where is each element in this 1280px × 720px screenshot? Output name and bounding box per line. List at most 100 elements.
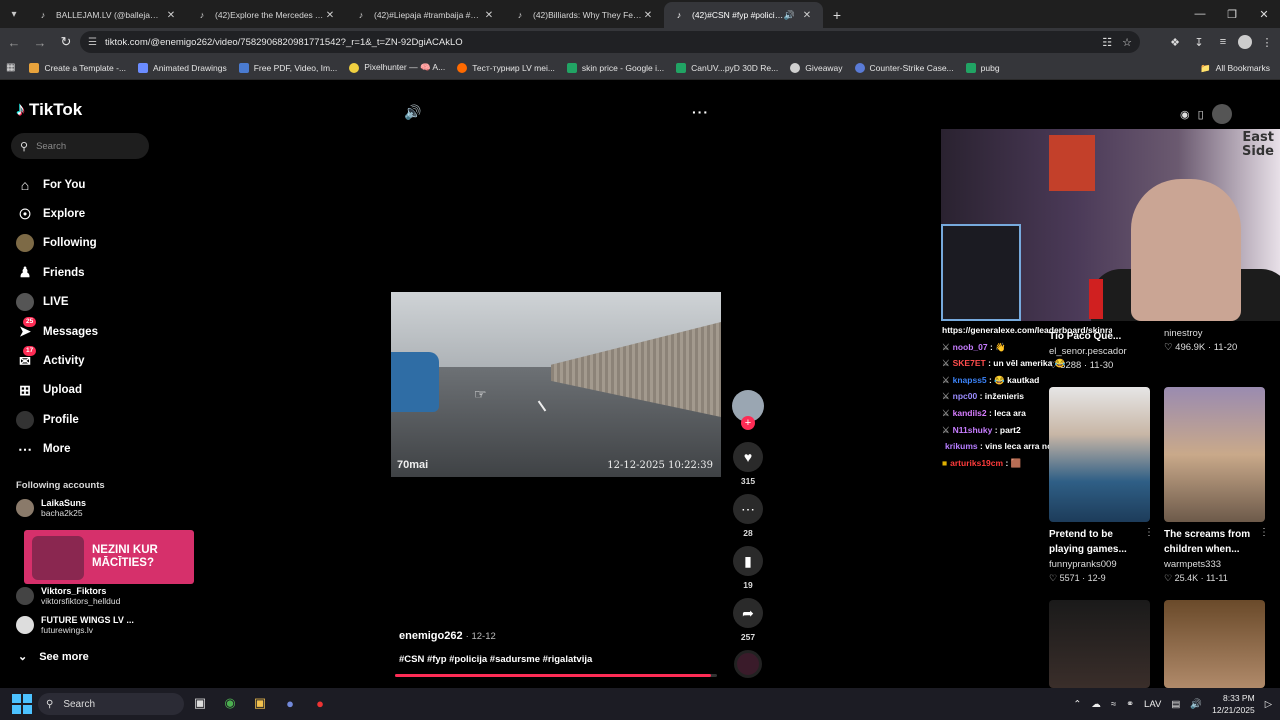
new-tab-button[interactable]: + [823, 2, 851, 28]
user-avatar[interactable] [1211, 104, 1232, 124]
minimize-icon[interactable]: — [1184, 0, 1216, 28]
follow-plus-icon[interactable]: + [741, 416, 755, 430]
network-app-icon[interactable]: ☁ [1091, 699, 1101, 710]
microphone-icon[interactable]: ⚭ [1126, 699, 1134, 710]
forward-button[interactable]: → [28, 30, 52, 54]
recommended-video-card[interactable] [1164, 600, 1265, 688]
reload-button[interactable]: ↻ [54, 30, 78, 54]
creator-username[interactable]: enemigo262 · 12-12 [399, 630, 496, 642]
sidebar-item-more[interactable]: ⋯ More [16, 435, 98, 464]
browser-tab[interactable]: ♪ (42)Explore the Mercedes AMG ✕ [187, 2, 346, 28]
speaker-icon[interactable]: 🔊 [784, 10, 795, 21]
like-button[interactable]: ♥ 315 [732, 442, 764, 486]
taskbar-search-input[interactable]: ⚲ Search [38, 693, 184, 715]
sidebar-item-friends[interactable]: ♟ Friends [16, 258, 98, 287]
save-button[interactable]: ▮ 19 [732, 546, 764, 590]
app-icon[interactable]: ● [310, 692, 330, 714]
video-hashtags[interactable]: #CSN #fyp #policija #sadursme #rigalatvi… [399, 654, 592, 665]
task-view-icon[interactable]: ▣ [190, 692, 210, 714]
bookmark-item[interactable]: Create a Template -... [29, 62, 126, 73]
restore-icon[interactable]: ❐ [1216, 0, 1248, 28]
browser-tab[interactable]: ♪ (42)Billiards: Why They Fear Me ✕ [505, 2, 664, 28]
more-options-icon[interactable]: ··· [692, 104, 709, 120]
tiktok-logo[interactable]: ♪ TikTok [16, 99, 82, 120]
ad-banner[interactable]: NEZINI KUR MĀCĪTIES? [24, 530, 194, 584]
card-user[interactable]: warmpets333 [1164, 559, 1265, 570]
chrome-menu-icon[interactable]: ⋮ [1258, 36, 1276, 49]
bookmark-item[interactable]: Тест-турнир LV mei... [457, 62, 555, 73]
sidebar-item-live[interactable]: LIVE [16, 288, 98, 317]
site-info-icon[interactable]: ☰ [88, 37, 97, 48]
bookmark-star-icon[interactable]: ☆ [1122, 36, 1132, 49]
network-icon[interactable]: ▤ [1171, 699, 1180, 710]
close-tab-icon[interactable]: ✕ [483, 10, 495, 21]
extensions-icon[interactable]: ❖ [1166, 36, 1184, 49]
card-more-icon[interactable]: ⋮ [1259, 527, 1269, 538]
video-thumbnail[interactable] [1049, 387, 1150, 522]
following-account[interactable]: Viktors_Fiktors viktorsfiktors_helldud [16, 586, 120, 606]
creator-avatar[interactable]: + [732, 390, 764, 430]
bookmark-item[interactable]: Pixelhunter — 🧠 A... [349, 62, 445, 73]
sidebar-item-messages[interactable]: ➤ 25 Messages [16, 316, 98, 346]
file-explorer-icon[interactable]: ▣ [250, 692, 270, 714]
music-disc-icon[interactable] [734, 650, 762, 678]
bookmark-item[interactable]: Free PDF, Video, Im... [238, 62, 337, 73]
apps-grid-icon[interactable]: ▦ [6, 62, 15, 73]
video-thumbnail[interactable] [1164, 387, 1265, 522]
device-icon[interactable]: ▯ [1198, 108, 1204, 121]
search-input[interactable]: ⚲ Search [11, 133, 149, 159]
reading-list-icon[interactable]: ≡ [1214, 36, 1232, 48]
bookmark-item[interactable]: Counter-Strike Case... [854, 62, 954, 73]
sidebar-item-profile[interactable]: Profile [16, 405, 98, 434]
browser-tab[interactable]: ♪ (42)#Liepaja #trambaija #Aiga ✕ [346, 2, 505, 28]
profile-avatar[interactable] [1238, 35, 1252, 49]
video-thumbnail[interactable] [1164, 600, 1265, 688]
sidebar-item-explore[interactable]: ☉ Explore [16, 199, 98, 228]
comment-button[interactable]: ⋯ 28 [732, 494, 764, 538]
share-button[interactable]: ➦ 257 [732, 598, 764, 642]
rec-user[interactable]: ninestroy [1164, 328, 1203, 339]
close-tab-icon[interactable]: ✕ [642, 10, 654, 21]
following-account[interactable]: FUTURE WINGS LV ... futurewings.lv [16, 615, 134, 635]
coins-icon[interactable]: ◉ [1180, 108, 1190, 121]
card-more-icon[interactable]: ⋮ [1144, 527, 1154, 538]
clock[interactable]: 8:33 PM 12/21/2025 [1212, 692, 1255, 716]
close-tab-icon[interactable]: ✕ [801, 10, 813, 21]
volume-icon[interactable]: 🔊 [1190, 699, 1202, 710]
chevron-up-icon[interactable]: ⌃ [1073, 699, 1081, 710]
download-icon[interactable]: ↧ [1190, 36, 1208, 49]
browser-tab-active[interactable]: ♪ (42)#CSN #fyp #policija #sa 🔊 ✕ [664, 2, 823, 28]
browser-tab[interactable]: ♪ BALLEJAM.LV (@ballejam.lv) | Ti ✕ [28, 2, 187, 28]
close-tab-icon[interactable]: ✕ [165, 10, 177, 21]
video-player[interactable]: 70mai 12-12-2025 10:22:39 [391, 292, 721, 477]
bookmark-item[interactable]: CanUV...pyD 30D Re... [676, 62, 778, 73]
install-app-icon[interactable]: ☷ [1102, 36, 1112, 49]
bookmark-item[interactable]: Animated Drawings [138, 62, 227, 73]
bookmark-item[interactable]: skin price - Google i... [566, 62, 664, 73]
chrome-icon[interactable]: ◉ [220, 692, 240, 714]
wifi-icon[interactable]: ≈ [1111, 699, 1116, 710]
discord-icon[interactable]: ● [280, 692, 300, 714]
bookmark-item[interactable]: Giveaway [790, 62, 843, 73]
see-more-button[interactable]: ⌄ See more [18, 650, 89, 664]
language-indicator[interactable]: LAV [1144, 699, 1161, 710]
bookmark-item[interactable]: pubg [965, 62, 1000, 73]
notifications-icon[interactable]: ▷ [1265, 699, 1272, 710]
sidebar-item-for-you[interactable]: ⌂ For You [16, 170, 98, 199]
card-user[interactable]: funnypranks009 [1049, 559, 1150, 570]
close-window-icon[interactable]: ✕ [1248, 0, 1280, 28]
volume-icon[interactable]: 🔊 [404, 104, 421, 121]
close-tab-icon[interactable]: ✕ [324, 10, 336, 21]
sidebar-item-activity[interactable]: ✉ 17 Activity [16, 346, 98, 375]
all-bookmarks-button[interactable]: 📁 All Bookmarks [1200, 56, 1270, 80]
back-button[interactable]: ← [2, 30, 26, 54]
sidebar-item-upload[interactable]: ⊞ Upload [16, 376, 98, 405]
video-progress-bar[interactable] [395, 674, 717, 677]
video-thumbnail[interactable] [1049, 600, 1150, 688]
windows-start-icon[interactable] [12, 694, 32, 714]
recommended-video-card[interactable]: The screams from children when... ⋮ warm… [1164, 387, 1269, 584]
address-bar[interactable]: ☰ tiktok.com/@enemigo262/video/758290682… [80, 31, 1140, 53]
sidebar-item-following[interactable]: Following [16, 229, 98, 258]
recommended-video-card[interactable]: Pretend to be playing games... ⋮ funnypr… [1049, 387, 1154, 584]
following-account[interactable]: LaikaSuns bacha2k25 [16, 498, 86, 518]
